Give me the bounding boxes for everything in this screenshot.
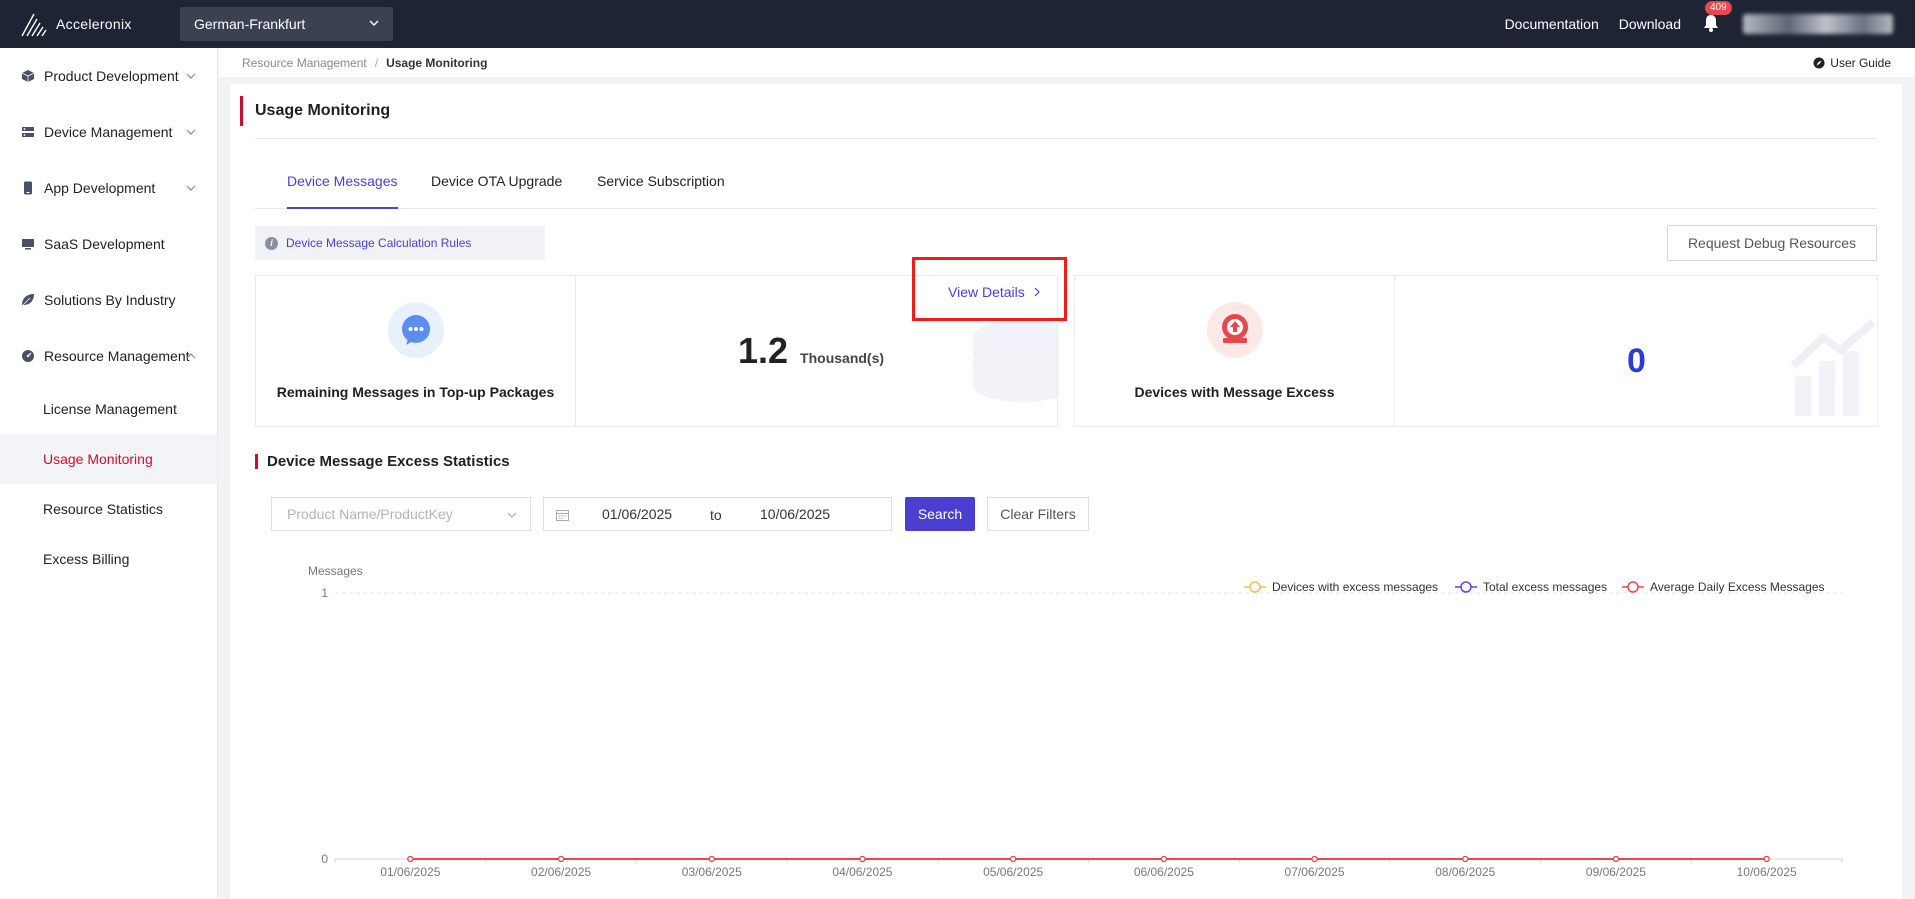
chevron-down-icon bbox=[186, 185, 196, 191]
region-select[interactable]: German-Frankfurt bbox=[180, 7, 393, 41]
monitor-icon bbox=[20, 236, 36, 252]
chevron-down-icon bbox=[369, 20, 379, 26]
leaf-icon bbox=[20, 292, 36, 308]
sidebar-item-app-development[interactable]: App Development bbox=[0, 160, 217, 216]
data-point bbox=[1462, 855, 1469, 863]
sidebar-sub-excess-billing[interactable]: Excess Billing bbox=[0, 534, 217, 584]
sidebar-sub-usage-monitoring[interactable]: Usage Monitoring bbox=[0, 434, 217, 484]
user-guide-label: User Guide bbox=[1830, 56, 1891, 70]
legend-marker bbox=[1627, 581, 1639, 593]
x-tick-label: 08/06/2025 bbox=[1435, 865, 1495, 879]
excess-statistics-chart: Messages 0 1 01/06/2025 02/06/2025 03/06/2025… bbox=[308, 564, 1843, 879]
x-tick-label: 10/06/2025 bbox=[1737, 865, 1797, 879]
x-tick-label: 04/06/2025 bbox=[832, 865, 892, 879]
legend-label: Average Daily Excess Messages bbox=[1650, 580, 1825, 594]
breadcrumb-current: Usage Monitoring bbox=[386, 55, 488, 70]
data-point bbox=[1311, 855, 1318, 863]
sidebar-item-solutions-by-industry[interactable]: Solutions By Industry bbox=[0, 272, 217, 328]
notification-badge: 409 bbox=[1705, 1, 1732, 15]
sidebar-item-label: Resource Management bbox=[44, 348, 190, 364]
sidebar-item-saas-development[interactable]: SaaS Development bbox=[0, 216, 217, 272]
x-tick-label: 05/06/2025 bbox=[983, 865, 1043, 879]
x-tick-label: 01/06/2025 bbox=[380, 865, 440, 879]
brand-logo[interactable]: Acceleronix bbox=[0, 0, 165, 48]
top-bar: Acceleronix German-Frankfurt Documentati… bbox=[0, 0, 1915, 48]
x-tick-label: 02/06/2025 bbox=[531, 865, 591, 879]
sidebar-item-label: SaaS Development bbox=[44, 236, 165, 252]
user-guide-link[interactable]: User Guide bbox=[1813, 56, 1891, 70]
y-tick-label: 0 bbox=[321, 852, 328, 866]
server-icon bbox=[20, 124, 36, 140]
chevron-down-icon bbox=[186, 129, 196, 135]
legend-label: Devices with excess messages bbox=[1272, 580, 1438, 594]
x-tick-label: 09/06/2025 bbox=[1586, 865, 1646, 879]
legend-marker bbox=[1249, 581, 1261, 593]
sidebar-sub-resource-statistics[interactable]: Resource Statistics bbox=[0, 484, 217, 534]
sidebar-item-device-management[interactable]: Device Management bbox=[0, 104, 217, 160]
chevron-up-icon bbox=[186, 353, 196, 359]
data-point bbox=[1763, 855, 1770, 863]
brand-name: Acceleronix bbox=[56, 16, 132, 32]
legend-label: Total excess messages bbox=[1483, 580, 1607, 594]
data-point bbox=[557, 855, 565, 863]
logo-icon bbox=[21, 13, 47, 37]
legend-marker bbox=[1460, 581, 1472, 593]
data-point bbox=[1010, 855, 1017, 863]
data-point bbox=[1160, 855, 1167, 863]
download-link[interactable]: Download bbox=[1619, 16, 1681, 32]
sidebar-item-product-development[interactable]: Product Development bbox=[0, 48, 217, 104]
y-axis-label: Messages bbox=[308, 564, 363, 578]
documentation-link[interactable]: Documentation bbox=[1505, 16, 1599, 32]
mobile-icon bbox=[20, 180, 36, 196]
breadcrumb: Resource Management / Usage Monitoring U… bbox=[219, 48, 1915, 78]
cube-icon bbox=[20, 68, 36, 84]
sidebar: Product Development Device Management Ap… bbox=[0, 48, 218, 899]
sidebar-item-resource-management[interactable]: Resource Management bbox=[0, 328, 217, 384]
top-nav: Documentation Download 409 bbox=[1505, 0, 1915, 48]
compass-icon bbox=[1813, 57, 1825, 69]
notifications-button[interactable]: 409 bbox=[1701, 1, 1732, 35]
x-tick-label: 03/06/2025 bbox=[682, 865, 742, 879]
x-tick-label: 06/06/2025 bbox=[1134, 865, 1194, 879]
region-value: German-Frankfurt bbox=[194, 16, 306, 32]
sidebar-item-label: Product Development bbox=[44, 68, 179, 84]
sidebar-item-label: Solutions By Industry bbox=[44, 292, 176, 308]
breadcrumb-separator: / bbox=[374, 55, 379, 70]
data-point bbox=[1612, 855, 1620, 863]
main-panel: Usage Monitoring Device Messages Device … bbox=[230, 84, 1902, 899]
data-point bbox=[708, 855, 715, 863]
sidebar-sub-license-management[interactable]: License Management bbox=[0, 384, 217, 434]
sidebar-item-label: App Development bbox=[44, 180, 156, 196]
data-point bbox=[407, 855, 414, 863]
data-point bbox=[859, 855, 866, 863]
bell-icon bbox=[1704, 15, 1718, 32]
x-tick-label: 07/06/2025 bbox=[1285, 865, 1345, 879]
breadcrumb-parent[interactable]: Resource Management bbox=[242, 56, 367, 70]
chevron-down-icon bbox=[186, 73, 196, 79]
user-menu[interactable] bbox=[1743, 14, 1893, 34]
y-tick-label: 1 bbox=[321, 586, 328, 600]
sidebar-item-label: Device Management bbox=[44, 124, 173, 140]
gauge-icon bbox=[20, 348, 36, 364]
